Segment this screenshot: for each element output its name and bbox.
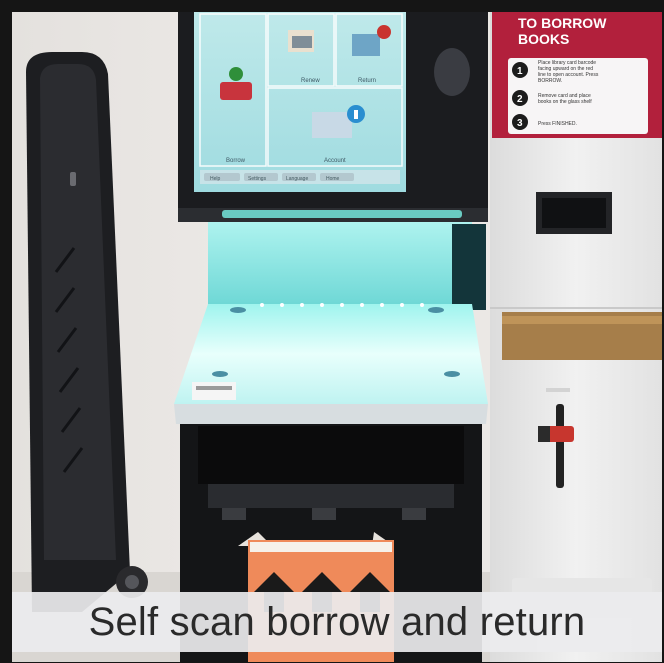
kiosk-body: Renew Return Borrow Account Help Setting… bbox=[178, 12, 488, 222]
caption-bar: Self scan borrow and return bbox=[12, 592, 662, 652]
bottom-bar-language: Language bbox=[286, 176, 308, 182]
sign-title-line2: BOOKS bbox=[518, 31, 569, 47]
step-1-line4: BORROW. bbox=[538, 78, 562, 84]
bottom-bar-help: Help bbox=[210, 176, 221, 182]
step-3-line1: Press FINISHED. bbox=[538, 121, 577, 127]
instruction-sign: TO BORROW BOOKS 1 Place library card bar… bbox=[492, 12, 662, 138]
kiosk-photo: Renew Return Borrow Account Help Setting… bbox=[12, 12, 662, 662]
renew-icon bbox=[288, 30, 314, 52]
caption-text: Self scan borrow and return bbox=[88, 600, 586, 644]
bottom-bar-home: Home bbox=[326, 176, 340, 182]
step-1-number: 1 bbox=[517, 66, 523, 77]
kiosk-illustration: Renew Return Borrow Account Help Setting… bbox=[12, 12, 662, 662]
tile-label-return: Return bbox=[358, 78, 376, 84]
scanner-area bbox=[174, 222, 488, 424]
step-2-line2: books on the glass shelf bbox=[538, 99, 592, 105]
sign-title-line1: TO BORROW bbox=[518, 15, 607, 31]
tile-label-borrow: Borrow bbox=[226, 158, 246, 164]
bottom-bar-settings: Settings bbox=[248, 176, 267, 182]
tile-label-account: Account bbox=[324, 158, 346, 164]
image-frame: Renew Return Borrow Account Help Setting… bbox=[0, 0, 664, 663]
tile-label-renew: Renew bbox=[301, 78, 320, 84]
step-3-number: 3 bbox=[517, 118, 523, 129]
step-2-number: 2 bbox=[517, 94, 523, 105]
